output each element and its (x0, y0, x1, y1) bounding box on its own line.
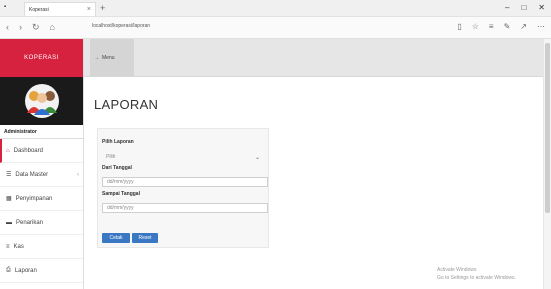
tab-title: Koperasi (29, 6, 49, 13)
home-icon: ⌂ (6, 147, 10, 154)
chevron-left-icon: ‹ (77, 171, 79, 178)
sidebar-item-label: Laporan (14, 267, 37, 274)
sidebar-item-penyimpanan[interactable]: ▦ Penyimpanan (0, 187, 83, 211)
label-sampai-tanggal: Sampai Tanggal (102, 191, 140, 197)
page-scrollbar[interactable] (543, 39, 551, 289)
card-icon: ▬ (6, 219, 12, 226)
reading-view-icon[interactable]: ▯ (457, 22, 461, 31)
tab-close-icon[interactable]: × (87, 6, 91, 13)
sidebar-item-kas[interactable]: ≡ Kas (0, 235, 83, 259)
sidebar-item-penarikan[interactable]: ▬ Penarikan (0, 211, 83, 235)
dari-tanggal-input[interactable]: dd/mm/yyyy (102, 177, 268, 187)
label-dari-tanggal: Dari Tanggal (102, 165, 132, 171)
maximize-icon[interactable]: □ (521, 3, 526, 12)
back-icon[interactable]: ‹ (6, 22, 9, 33)
more-icon[interactable]: ⋯ (537, 22, 545, 31)
label-pilih-laporan: Pilih Laporan (102, 139, 134, 145)
report-icon: ⎙ (6, 267, 11, 273)
page-title: LAPORAN (94, 97, 159, 112)
chevron-down-icon: ⌄ (254, 154, 260, 161)
top-navbar: → Menu (84, 39, 543, 77)
sampai-placeholder: dd/mm/yyyy (107, 205, 134, 211)
select-value: Pilih (106, 154, 116, 160)
list-icon: ☰ (6, 172, 12, 178)
url-field[interactable]: localhost/koperasi/laporan (92, 23, 150, 29)
forward-icon[interactable]: › (19, 22, 22, 33)
sidebar-item-data-master[interactable]: ☰ Data Master ‹ (0, 163, 83, 187)
sidebar-item-label: Penarikan (16, 219, 44, 226)
new-tab-icon[interactable]: + (100, 3, 105, 13)
report-type-select[interactable]: Pilih ⌄ (102, 152, 266, 162)
brand-label: KOPERASI (24, 55, 59, 61)
watermark-line2: Go to Settings to activate Windows. (437, 275, 516, 281)
cetak-button[interactable]: Cetak (102, 233, 130, 243)
address-bar: ‹ › ↻ ⌂ localhost/koperasi/laporan ▯ ☆ ≡… (0, 17, 551, 39)
sidebar-item-dashboard[interactable]: ⌂ Dashboard (0, 139, 83, 163)
breadcrumb[interactable]: → Menu (90, 39, 134, 76)
sidebar-item-label: Dashboard (13, 147, 43, 154)
scrollbar-thumb[interactable] (545, 43, 550, 213)
menu-toggle-icon: → (94, 54, 99, 61)
browser-titlebar: ▪ Koperasi × + – □ ✕ (0, 0, 551, 17)
home-browser-icon[interactable]: ⌂ (50, 22, 55, 33)
sidebar-item-label: Penyimpanan (15, 195, 53, 202)
brand-header[interactable]: KOPERASI (0, 39, 83, 77)
dari-placeholder: dd/mm/yyyy (107, 179, 134, 185)
close-window-icon[interactable]: ✕ (538, 3, 545, 12)
reset-button[interactable]: Reset (132, 233, 158, 243)
menu-icon: ≡ (6, 243, 10, 250)
sampai-tanggal-input[interactable]: dd/mm/yyyy (102, 203, 268, 213)
report-form-panel: Pilih Laporan Pilih ⌄ Dari Tanggal dd/mm… (97, 128, 269, 248)
address-bar-icons: ▯ ☆ ≡ ✎ ↗ ⋯ (457, 22, 545, 31)
breadcrumb-label: Menu (102, 54, 115, 61)
watermark-line1: Activate Windows (437, 267, 477, 273)
sidebar-item-laporan[interactable]: ⎙ Laporan (0, 259, 83, 283)
window-controls: – □ ✕ (505, 3, 545, 12)
sidebar-item-label: Data Master (15, 171, 49, 178)
notes-icon[interactable]: ✎ (504, 22, 511, 31)
browser-tab[interactable]: Koperasi × (24, 2, 96, 16)
share-icon[interactable]: ↗ (520, 22, 527, 31)
sidebar: KOPERASI Administrator ⌂ Dashboard ☰ Dat… (0, 39, 84, 289)
sidebar-item-label: Kas (13, 243, 24, 250)
activation-watermark: Activate Windows Go to Settings to activ… (437, 266, 516, 282)
minimize-icon[interactable]: – (505, 3, 509, 12)
avatar-area (0, 77, 83, 125)
favorites-hub-icon[interactable]: ≡ (489, 22, 494, 31)
users-logo-icon (24, 84, 59, 118)
admin-label: Administrator (0, 125, 83, 139)
favorite-star-icon[interactable]: ☆ (472, 22, 479, 31)
refresh-icon[interactable]: ↻ (32, 22, 40, 33)
titlebar-icons: ▪ (4, 4, 6, 10)
table-icon: ▦ (6, 196, 12, 202)
window-menu-icon[interactable]: ▪ (4, 4, 6, 10)
nav-buttons: ‹ › ↻ ⌂ (6, 22, 55, 33)
